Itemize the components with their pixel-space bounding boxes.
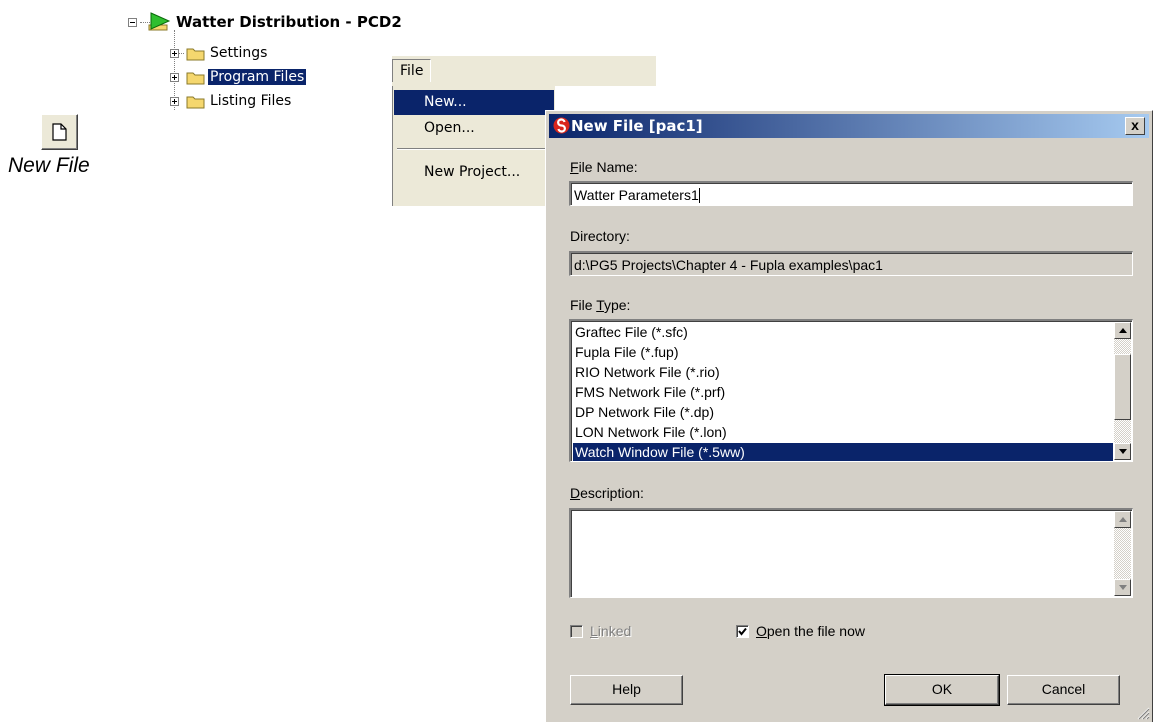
scroll-down-button[interactable] <box>1114 579 1131 596</box>
resize-grip-icon[interactable] <box>1136 706 1150 720</box>
menu-item-open[interactable]: Open... <box>394 116 554 141</box>
file-type-option[interactable]: RIO Network File (*.rio) <box>573 363 1113 383</box>
description-text <box>573 512 1113 597</box>
description-textarea[interactable] <box>569 508 1133 598</box>
scroll-thumb[interactable] <box>1114 354 1131 420</box>
menu-item-new[interactable]: New... <box>394 90 554 115</box>
file-type-options: Graftec File (*.sfc) Fupla File (*.fup) RI… <box>573 323 1113 461</box>
file-type-listbox[interactable]: Graftec File (*.sfc) Fupla File (*.fup) RI… <box>569 319 1133 462</box>
new-file-caption: New File <box>8 154 90 177</box>
text-caret <box>698 188 700 203</box>
collapse-icon[interactable] <box>128 18 137 27</box>
scroll-up-button[interactable] <box>1114 322 1131 339</box>
file-name-input[interactable]: Watter Parameters1 <box>569 181 1133 206</box>
file-type-option[interactable]: Watch Window File (*.5ww) <box>573 443 1113 461</box>
arrow-down-icon <box>1119 585 1127 590</box>
close-button[interactable]: x <box>1125 117 1145 135</box>
ok-button[interactable]: OK <box>884 674 1000 706</box>
directory-field: d:\PG5 Projects\Chapter 4 - Fupla exampl… <box>569 251 1133 276</box>
checkbox-box[interactable] <box>736 625 749 638</box>
menu-bar: File <box>392 56 656 86</box>
play-project-icon <box>148 12 171 31</box>
file-type-option[interactable]: DP Network File (*.dp) <box>573 403 1113 423</box>
menu-item-new-project[interactable]: New Project... <box>394 160 554 185</box>
close-icon: x <box>1131 117 1139 133</box>
description-scrollbar[interactable] <box>1114 511 1131 596</box>
file-menu[interactable]: File <box>392 59 432 82</box>
saia-logo-icon <box>553 117 570 134</box>
checkbox-box[interactable] <box>570 625 583 638</box>
file-menu-dropdown: New... Open... New Project... <box>392 86 555 206</box>
menu-item-label: New... <box>424 94 467 110</box>
help-button[interactable]: Help <box>570 675 683 705</box>
arrow-down-icon <box>1119 449 1127 454</box>
scroll-up-button[interactable] <box>1114 511 1131 528</box>
menu-item-label: New Project... <box>424 164 521 180</box>
menu-item-label: Open... <box>424 120 475 136</box>
checkmark-icon <box>738 627 747 636</box>
new-file-toolbar-button[interactable] <box>41 114 78 150</box>
tree-root-label: Watter Distribution - PCD2 <box>176 13 402 31</box>
folder-icon <box>186 48 205 61</box>
expand-icon[interactable] <box>170 49 179 58</box>
folder-icon <box>186 72 205 85</box>
cancel-button[interactable]: Cancel <box>1007 675 1120 705</box>
scroll-down-button[interactable] <box>1114 443 1131 460</box>
new-file-dialog: New File [pac1] x File Name: Watter Para… <box>545 110 1153 722</box>
dialog-title: New File [pac1] <box>571 117 703 135</box>
menu-separator <box>397 148 553 150</box>
file-type-option[interactable]: Graftec File (*.sfc) <box>573 323 1113 343</box>
open-file-now-label: Open the file now <box>756 623 865 639</box>
tree-item-label: Listing Files <box>210 93 292 109</box>
expand-icon[interactable] <box>170 73 179 82</box>
directory-label: Directory: <box>570 228 630 244</box>
expand-icon[interactable] <box>170 97 179 106</box>
file-type-option[interactable]: FMS Network File (*.prf) <box>573 383 1113 403</box>
new-file-icon <box>52 123 67 141</box>
folder-icon <box>186 96 205 109</box>
file-type-option[interactable]: LON Network File (*.lon) <box>573 423 1113 443</box>
file-type-scrollbar[interactable] <box>1114 322 1131 460</box>
dialog-titlebar[interactable]: New File [pac1] x <box>549 114 1149 138</box>
tree-item-label: Program Files <box>206 68 308 86</box>
description-label: Description: <box>570 485 644 501</box>
arrow-up-icon <box>1119 328 1127 333</box>
linked-label: Linked <box>590 623 632 639</box>
tree-item-label: Settings <box>210 45 268 61</box>
file-type-option[interactable]: Fupla File (*.fup) <box>573 343 1113 363</box>
file-name-label: File Name: <box>570 159 638 175</box>
file-type-label: File Type: <box>570 297 631 313</box>
arrow-up-icon <box>1119 517 1127 522</box>
